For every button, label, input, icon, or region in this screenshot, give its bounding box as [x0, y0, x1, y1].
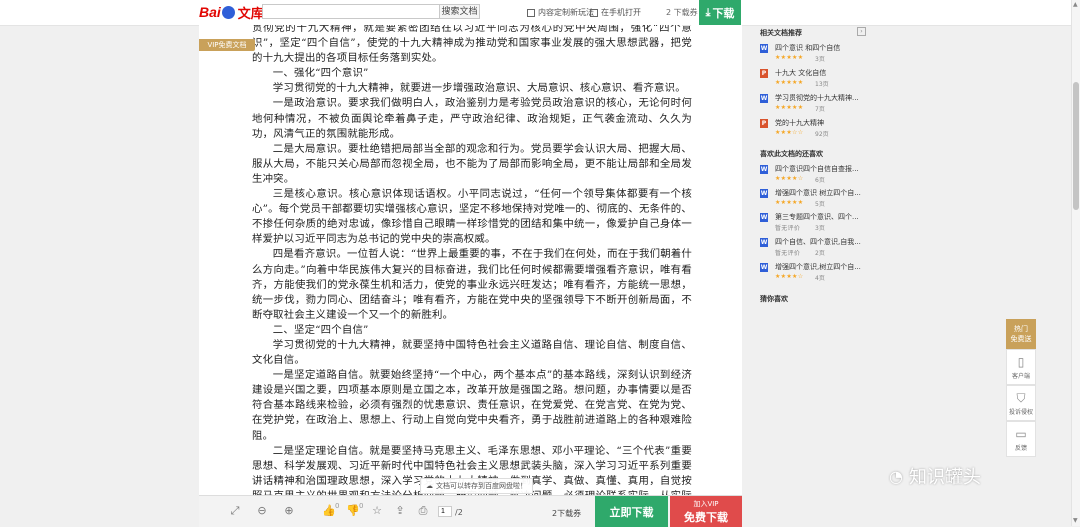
dislike-count: 0 — [359, 502, 364, 510]
logo-text: Bai — [199, 4, 221, 20]
report-infringement-button[interactable]: ⛉ 投诉侵权 — [1006, 385, 1036, 421]
word-file-icon: W — [760, 165, 768, 174]
report-icon: ⛉ — [1016, 391, 1026, 405]
like-icon[interactable]: 👍 — [322, 505, 336, 517]
download-coupon-count: 2下载券 — [552, 509, 582, 518]
paw-icon — [221, 5, 235, 19]
scrollbar-thumb[interactable] — [1073, 82, 1079, 210]
top-bar: Bai 文库 搜索文档 内容定制新玩法 在手机打开 2 下载券 ⤓ 下载 — [0, 0, 1080, 26]
top-download-button[interactable]: ⤓ 下载 — [699, 0, 741, 25]
print-icon[interactable]: ⎙ — [417, 505, 429, 517]
vip-free-download-button[interactable]: 加入VIP 免费下载 — [670, 496, 742, 527]
vip-free-tag[interactable]: VIP免费文档 — [199, 39, 255, 51]
watermark: ◔ 知识罐头 — [889, 466, 981, 489]
logo-wenku-text: 文库 — [237, 6, 264, 22]
doc-paragraph: 三是核心意识。核心意识体现话语权。小平同志说过，“任何一个领导集体都要有一个核心… — [252, 188, 692, 246]
clipboard-icon — [527, 8, 535, 17]
hot-free-gift-button[interactable]: 热门 免费送 — [1006, 319, 1036, 349]
also-liked-item[interactable]: W 第三专题四个意识、四个... 暂无评价 3页 — [760, 212, 870, 237]
dislike-icon[interactable]: 👎 — [346, 505, 360, 517]
custom-content-link[interactable]: 内容定制新玩法 — [527, 7, 594, 18]
related-doc-item[interactable]: W 四个意识 和四个自信 ★★★★★ 3页 — [760, 43, 870, 68]
open-on-phone-link[interactable]: 在手机打开 — [590, 7, 641, 18]
document-page: 贯彻党的十九大精神，就是要紧密团结在以习近平同志为核心的党中央周围，强化“四个意… — [199, 25, 742, 495]
related-doc-item[interactable]: P 党的十九大精神 ★★★☆☆ 92页 — [760, 118, 870, 143]
doc-paragraph: 一是政治意识。要求我们做明白人，政治鉴别力是考验党员政治意识的核心，无论何时何地… — [252, 97, 692, 140]
star-icon[interactable]: ☆ — [371, 505, 383, 517]
fullscreen-icon[interactable]: ⤢ — [229, 505, 241, 517]
scroll-down-icon[interactable]: ▼ — [1073, 517, 1078, 524]
comment-icon: ▭ — [1015, 427, 1027, 441]
word-file-icon: W — [760, 238, 768, 247]
guess-you-like-title: 猜你喜欢 — [760, 295, 788, 303]
share-icon[interactable]: ⇪ — [394, 505, 406, 517]
doc-paragraph: 二是大局意识。要杜绝错把局部当全部的观念和行为。党员要学会认识大局、把握大局、服… — [252, 142, 692, 185]
baidu-wenku-logo[interactable]: Bai 文库 — [199, 3, 264, 22]
search-input[interactable] — [262, 4, 440, 19]
ppt-file-icon: P — [760, 69, 768, 78]
related-doc-item[interactable]: W 学习贯彻党的十九大精神... ★★★★★ 7页 — [760, 93, 870, 118]
page-total: /2 — [455, 508, 463, 517]
recommendation-sidebar: 相关文档推荐 › W 四个意识 和四个自信 ★★★★★ 3页 P 十九大 文化自… — [752, 25, 870, 495]
doc-paragraph: 四是看齐意识。一位哲人说：“世界上最重要的事，不在于我们在何处，而在于我们朝着什… — [252, 248, 692, 321]
download-coupon-count: 2 下载券 — [666, 8, 698, 17]
related-docs-title: 相关文档推荐 — [760, 29, 802, 37]
zoom-out-icon[interactable]: ⊖ — [256, 505, 268, 517]
phone-icon — [590, 8, 598, 17]
page-scrollbar[interactable]: ▲ ▼ — [1071, 0, 1080, 526]
doc-paragraph: 一是坚定道路自信。就要始终坚持“一个中心，两个基本点”的基本路线，深刻认识到经济… — [252, 369, 692, 442]
doc-heading: 一、强化“四个意识” — [272, 67, 369, 80]
cloud-icon: ☁ — [426, 482, 433, 490]
doc-paragraph: 学习贯彻党的十九大精神，就要坚持中国特色社会主义道路自信、理论自信、制度自信、文… — [252, 338, 692, 367]
scroll-up-icon[interactable]: ▲ — [1073, 1, 1078, 8]
like-count: 0 — [335, 502, 340, 510]
doc-heading: 二、坚定“四个自信” — [272, 323, 369, 336]
also-liked-item[interactable]: W 增强四个意识,树立四个自... ★★★★☆ 4页 — [760, 262, 870, 287]
word-file-icon: W — [760, 44, 768, 53]
doc-paragraph: 学习贯彻党的十九大精神，就要进一步增强政治意识、大局意识、核心意识、看齐意识。 — [272, 82, 686, 95]
bottom-toolbar: ⤢ ⊖ ⊕ 👍 0 👎 0 ☆ ⇪ ⎙ /2 2下载券 立即下载 加入VIP 免… — [199, 495, 742, 527]
also-liked-title: 喜欢此文档的还喜欢 — [760, 150, 823, 158]
also-liked-item[interactable]: W 四个意识四个自信自查报... ★★★★☆ 6页 — [760, 164, 870, 189]
doc-paragraph: 贯彻党的十九大精神，就是要紧密团结在以习近平同志为核心的党中央周围，强化“四个意… — [252, 25, 692, 65]
feedback-button[interactable]: ▭ 反馈 — [1006, 421, 1036, 457]
phone-icon: ▯ — [1017, 355, 1025, 369]
search-button[interactable]: 搜索文档 — [440, 4, 480, 19]
also-liked-item[interactable]: W 增强四个意识 树立四个自... ★★★★★ 5页 — [760, 188, 870, 213]
also-liked-item[interactable]: W 四个自信、四个意识,自我... 暂无评价 2页 — [760, 237, 870, 262]
save-to-netdisk-toast[interactable]: ☁ 文档可以转存到百度网盘啦！ — [420, 478, 533, 494]
download-icon: ⤓ — [705, 5, 711, 19]
page-number-input[interactable] — [438, 506, 452, 517]
word-file-icon: W — [760, 263, 768, 272]
collapse-icon[interactable]: › — [857, 27, 866, 36]
zoom-in-icon[interactable]: ⊕ — [283, 505, 295, 517]
word-file-icon: W — [760, 94, 768, 103]
wechat-icon: ◔ — [889, 466, 903, 486]
word-file-icon: W — [760, 189, 768, 198]
word-file-icon: W — [760, 213, 768, 222]
related-doc-item[interactable]: P 十九大 文化自信 ★★★★★ 13页 — [760, 68, 870, 93]
download-now-button[interactable]: 立即下载 — [595, 496, 668, 527]
ppt-file-icon: P — [760, 119, 768, 128]
document-text: 贯彻党的十九大精神，就是要紧密团结在以习近平同志为核心的党中央周围，强化“四个意… — [252, 25, 692, 495]
client-app-button[interactable]: ▯ 客户端 — [1006, 349, 1036, 385]
